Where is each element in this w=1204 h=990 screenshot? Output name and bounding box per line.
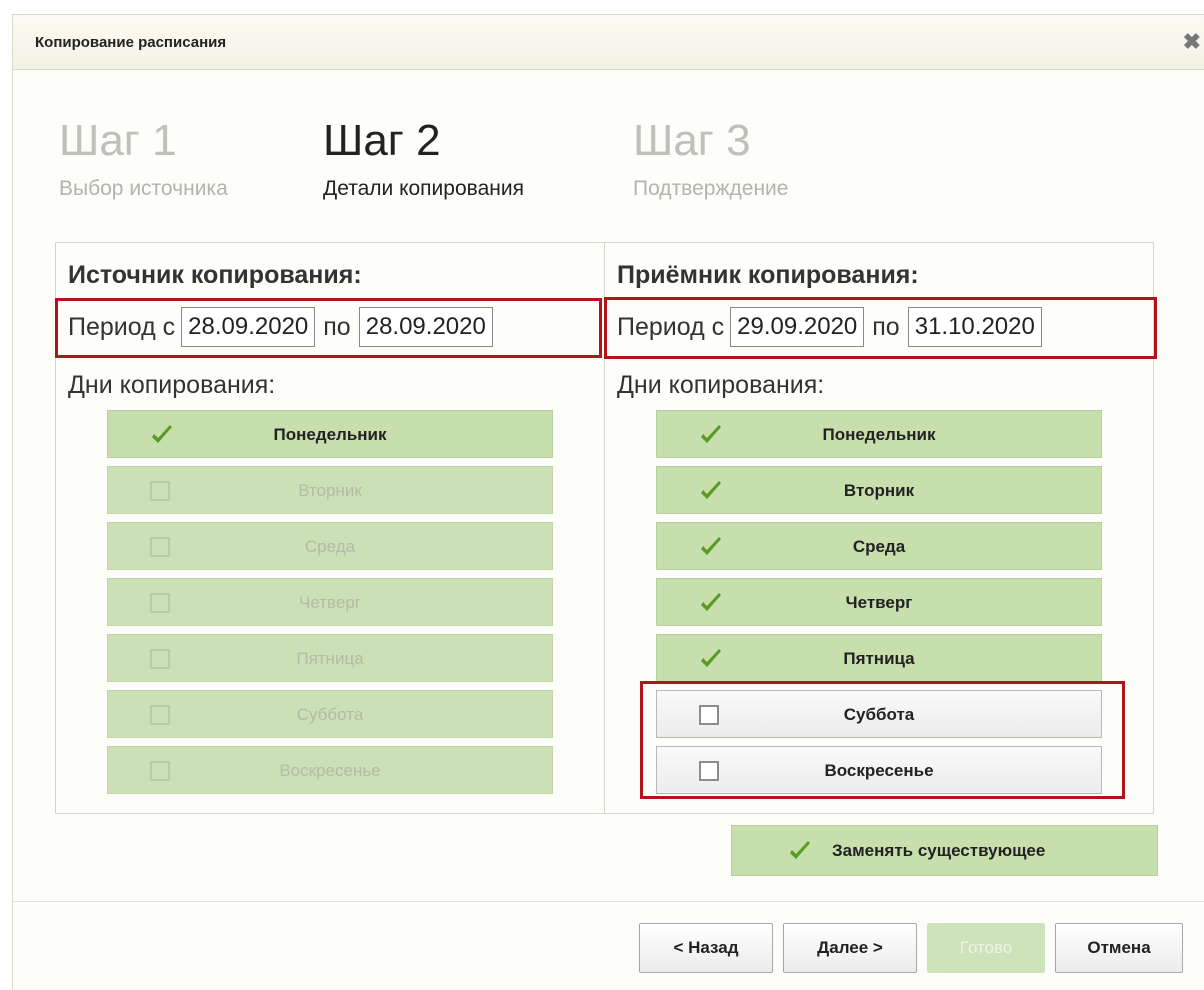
step-1: Шаг 1 Выбор источника — [59, 119, 228, 201]
source-day-label: Пятница — [296, 649, 364, 668]
replace-existing-label: Заменять существующее — [832, 841, 1046, 860]
source-day-label: Четверг — [299, 593, 361, 612]
source-day-3: Четверг — [107, 578, 553, 626]
step-1-number: Шаг 1 — [59, 116, 177, 165]
source-day-0[interactable]: Понедельник — [107, 410, 553, 458]
weekend-highlight — [640, 681, 1125, 799]
dialog-titlebar: Копирование расписания ✖ — [13, 15, 1204, 70]
copy-schedule-dialog: Копирование расписания ✖ Шаг 1 Выбор ист… — [12, 14, 1204, 990]
checkmark-icon — [790, 841, 810, 859]
source-day-1: Вторник — [107, 466, 553, 514]
target-day-0[interactable]: Понедельник — [656, 410, 1102, 458]
source-day-5: Суббота — [107, 690, 553, 738]
source-day-2: Среда — [107, 522, 553, 570]
source-day-label: Понедельник — [273, 425, 387, 444]
source-days-label: Дни копирования: — [68, 371, 276, 399]
target-day-1[interactable]: Вторник — [656, 466, 1102, 514]
source-day-label: Вторник — [298, 481, 362, 500]
source-day-label: Воскресенье — [279, 761, 381, 780]
target-title: Приёмник копирования: — [617, 261, 919, 289]
target-day-label: Четверг — [845, 593, 913, 612]
target-day-label: Среда — [852, 537, 906, 556]
step-3: Шаг 3 Подтверждение — [633, 119, 788, 201]
step-3-desc: Подтверждение — [633, 177, 789, 200]
step-3-number: Шаг 3 — [633, 116, 751, 165]
source-day-6: Воскресенье — [107, 746, 553, 794]
source-day-label: Среда — [304, 537, 356, 556]
target-day-4[interactable]: Пятница — [656, 634, 1102, 682]
footer-divider — [13, 901, 1204, 902]
step-2-desc: Детали копирования — [323, 177, 524, 200]
source-title: Источник копирования: — [68, 261, 362, 289]
source-day-4: Пятница — [107, 634, 553, 682]
target-period-highlight — [604, 297, 1157, 359]
target-day-label: Пятница — [843, 649, 915, 668]
target-days-label: Дни копирования: — [617, 371, 825, 399]
target-day-3[interactable]: Четверг — [656, 578, 1102, 626]
done-button[interactable]: Готово — [927, 923, 1045, 973]
target-day-2[interactable]: Среда — [656, 522, 1102, 570]
target-day-label: Понедельник — [822, 425, 936, 444]
step-1-desc: Выбор источника — [59, 177, 228, 200]
close-icon[interactable]: ✖ — [1183, 29, 1201, 55]
source-period-highlight — [55, 298, 602, 358]
source-day-label: Суббота — [296, 705, 364, 724]
step-2: Шаг 2 Детали копирования — [323, 119, 524, 201]
replace-existing-toggle[interactable]: Заменять существующее — [731, 825, 1158, 876]
dialog-title: Копирование расписания — [35, 34, 227, 51]
cancel-button[interactable]: Отмена — [1055, 923, 1183, 973]
target-day-label: Вторник — [843, 481, 915, 500]
back-button[interactable]: < Назад — [639, 923, 773, 973]
step-2-number: Шаг 2 — [323, 116, 441, 165]
next-button[interactable]: Далее > — [783, 923, 917, 973]
